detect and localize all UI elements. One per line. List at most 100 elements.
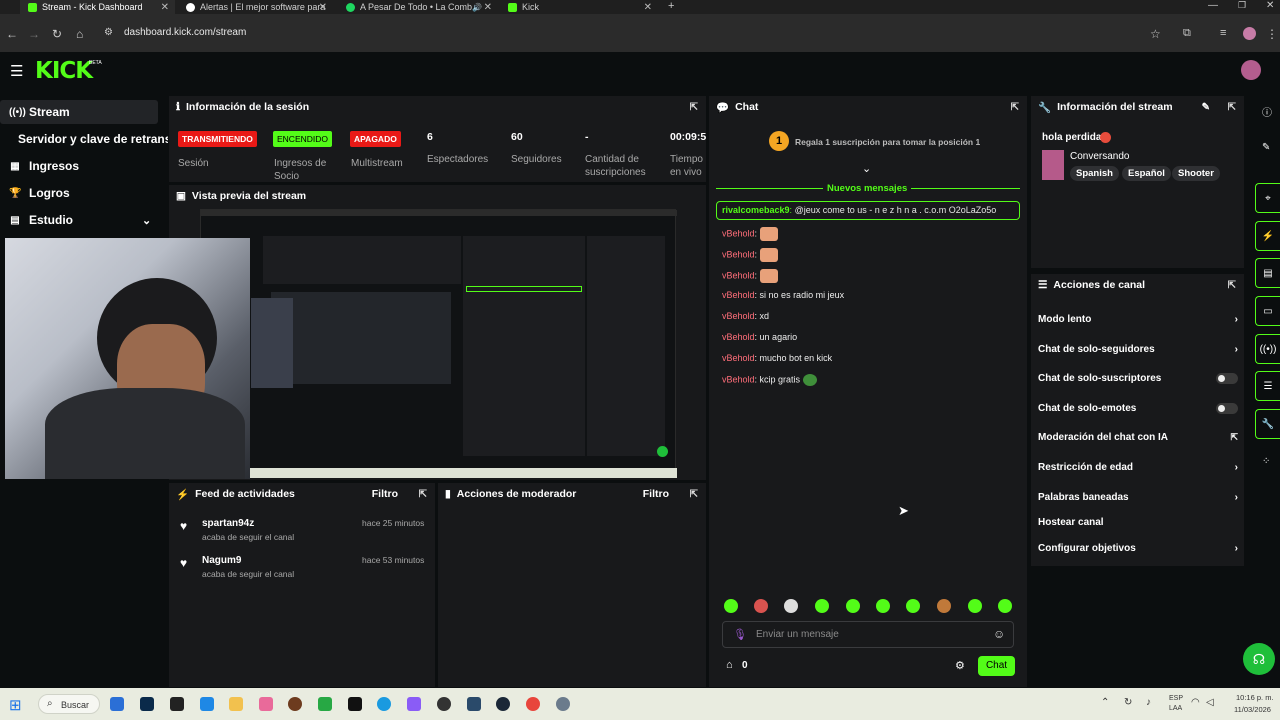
subscribers-only-toggle[interactable] <box>1216 373 1238 384</box>
sidebar-item-logros[interactable]: 🏆 Logros <box>0 182 168 204</box>
store-icon[interactable]: ⌂ <box>726 659 733 671</box>
action-host-channel[interactable]: Hostear canal <box>1038 517 1238 528</box>
taskbar-app-icon[interactable] <box>467 697 481 711</box>
profile-avatar[interactable] <box>1243 27 1256 40</box>
taskbar-app-icon[interactable] <box>170 697 184 711</box>
forward-icon[interactable]: → <box>28 27 40 41</box>
action-followers-only[interactable]: Chat de solo-seguidores › <box>1038 344 1238 355</box>
emote-icon[interactable] <box>784 599 798 613</box>
close-icon[interactable]: ✕ <box>644 2 652 13</box>
highlighted-message[interactable]: rivalcomeback9: @jeux come to us - n e z… <box>716 201 1020 220</box>
more-icon[interactable]: ⁘ <box>1262 456 1270 467</box>
send-chat-button[interactable]: Chat <box>978 656 1015 676</box>
chat-input[interactable]: 🎙 Enviar un mensaje ☺ <box>722 621 1014 648</box>
chat-username[interactable]: vBehold <box>722 270 755 280</box>
emote-icon[interactable] <box>724 599 738 613</box>
rail-button-scene[interactable]: ⌖ <box>1255 183 1280 213</box>
taskbar-app-icon[interactable] <box>288 697 302 711</box>
action-age-restriction[interactable]: Restricción de edad › <box>1038 462 1238 473</box>
action-slow-mode[interactable]: Modo lento › <box>1038 314 1238 325</box>
info-icon[interactable]: ⓘ <box>1262 104 1272 119</box>
steam-icon[interactable] <box>496 697 510 711</box>
photoshop-icon[interactable] <box>140 697 154 711</box>
popout-icon[interactable]: ⇱ <box>1228 280 1236 291</box>
tag-chip[interactable]: Shooter <box>1172 166 1220 181</box>
popout-icon[interactable]: ⇱ <box>419 489 427 500</box>
category-name[interactable]: Conversando <box>1070 151 1129 162</box>
tab-music[interactable]: A Pesar De Todo • La Comb 🔊 ✕ <box>338 0 498 14</box>
hamburger-menu-icon[interactable]: ☰ <box>10 62 23 80</box>
menu-dots-icon[interactable]: ⋮ <box>1266 27 1278 41</box>
taskbar-app-icon[interactable] <box>348 697 362 711</box>
reload-icon[interactable]: ↻ <box>52 27 62 41</box>
taskbar-app-icon[interactable] <box>259 697 273 711</box>
emotes-only-toggle[interactable] <box>1216 403 1238 414</box>
emote-icon[interactable] <box>846 599 860 613</box>
emote-icon[interactable] <box>815 599 829 613</box>
chat-username[interactable]: vBehold <box>722 332 755 342</box>
stream-preview-video[interactable] <box>200 209 677 478</box>
taskbar-app-icon[interactable] <box>407 697 421 711</box>
microphone-icon[interactable]: ♪ <box>1146 697 1151 708</box>
edit-pencil-icon[interactable]: ✎ <box>1262 142 1270 153</box>
popout-icon[interactable]: ⇱ <box>690 489 698 500</box>
chat-username[interactable]: vBehold <box>722 374 755 384</box>
chat-username[interactable]: vBehold <box>722 353 755 363</box>
rail-button-actions[interactable]: ☰ <box>1255 371 1280 401</box>
close-icon[interactable]: ✕ <box>319 2 327 13</box>
chat-username[interactable]: rivalcomeback9 <box>722 205 790 215</box>
kick-logo[interactable]: KICK <box>35 58 93 84</box>
sidebar-item-server-key[interactable]: Servidor y clave de retransmisión <box>0 128 168 150</box>
emoji-icon[interactable]: ☺ <box>993 627 1005 641</box>
emote-icon[interactable] <box>998 599 1012 613</box>
chrome-icon[interactable] <box>526 697 540 711</box>
close-icon[interactable]: ✕ <box>161 2 169 13</box>
scroll-down-icon[interactable]: ⌄ <box>862 162 871 175</box>
back-icon[interactable]: ← <box>6 27 18 41</box>
close-window-icon[interactable]: ✕ <box>1266 0 1274 11</box>
emote-icon[interactable] <box>968 599 982 613</box>
action-banned-words[interactable]: Palabras baneadas › <box>1038 492 1238 503</box>
close-icon[interactable]: ✕ <box>484 2 492 13</box>
support-headset-icon[interactable]: ☊ <box>1243 643 1275 675</box>
edge-icon[interactable] <box>377 697 391 711</box>
user-avatar[interactable] <box>1241 60 1261 80</box>
category-thumbnail[interactable] <box>1042 150 1064 180</box>
clock-date[interactable]: 11/03/2026 <box>1234 705 1271 714</box>
wifi-icon[interactable]: ◠ <box>1191 697 1200 708</box>
network-icon[interactable]: ↻ <box>1124 697 1132 708</box>
chat-username[interactable]: vBehold <box>722 290 755 300</box>
settings-gear-icon[interactable] <box>556 697 570 711</box>
language-indicator[interactable]: ESP <box>1169 695 1183 702</box>
url-bar[interactable]: dashboard.kick.com/stream <box>124 27 246 38</box>
clock-time[interactable]: 10:16 p. m. <box>1236 693 1274 702</box>
tab-kick[interactable]: Kick ✕ <box>500 0 658 14</box>
rail-button-flash[interactable]: ⚡ <box>1255 221 1280 251</box>
tab-alertas[interactable]: Alertas | El mejor software para ✕ <box>178 0 333 14</box>
popout-icon[interactable]: ⇱ <box>690 102 698 113</box>
feed-user[interactable]: Nagum9 <box>202 555 241 566</box>
chat-username[interactable]: vBehold <box>722 228 755 238</box>
home-icon[interactable]: ⌂ <box>76 27 83 41</box>
language-layout[interactable]: LAA <box>1169 705 1182 712</box>
rail-button-notes[interactable]: ▤ <box>1255 258 1280 288</box>
settings-gear-icon[interactable]: ⚙ <box>955 659 965 672</box>
tag-chip[interactable]: Español <box>1122 166 1171 181</box>
taskbar-app-icon[interactable] <box>110 697 124 711</box>
action-ai-moderation[interactable]: Moderación del chat con IA ⇱ <box>1038 432 1238 443</box>
sidebar-item-stream[interactable]: ((•)) Stream <box>0 100 158 124</box>
popout-icon[interactable]: ⇱ <box>1011 102 1019 113</box>
edit-pencil-icon[interactable]: ✎ <box>1202 102 1210 113</box>
emote-icon[interactable] <box>937 599 951 613</box>
popout-icon[interactable]: ⇱ <box>1228 102 1236 113</box>
filter-button[interactable]: Filtro <box>372 488 398 500</box>
gift-sub-prompt[interactable]: Regala 1 suscripción para tomar la posic… <box>795 137 980 147</box>
taskbar-app-icon[interactable] <box>200 697 214 711</box>
maximize-icon[interactable]: ❐ <box>1238 0 1246 11</box>
bookmark-star-icon[interactable]: ☆ <box>1150 27 1161 41</box>
extensions-icon[interactable]: ⧉ <box>1183 27 1191 40</box>
feed-user[interactable]: spartan94z <box>202 518 254 529</box>
action-goals[interactable]: Configurar objetivos › <box>1038 543 1238 554</box>
chat-username[interactable]: vBehold <box>722 311 755 321</box>
sidebar-item-ingresos[interactable]: ▦ Ingresos <box>0 155 168 177</box>
